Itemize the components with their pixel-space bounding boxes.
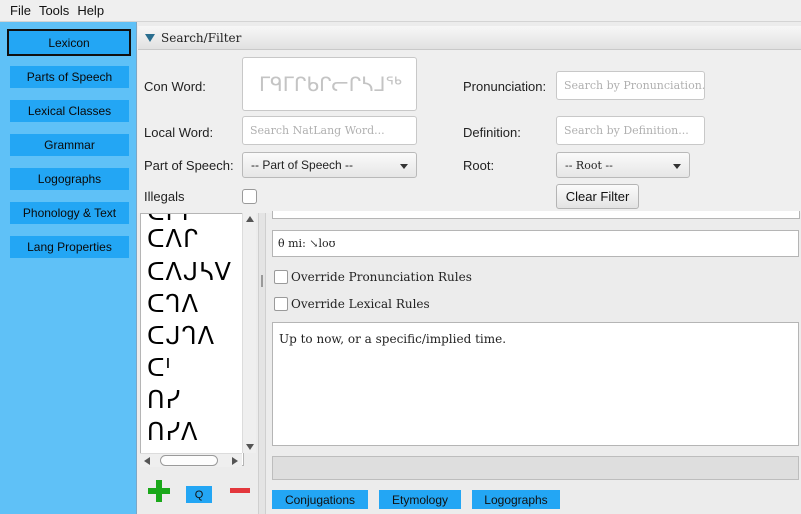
override-pronunciation-label: Override Pronunciation Rules — [291, 270, 472, 284]
sidebar-item-lang-properties[interactable]: Lang Properties — [10, 236, 129, 258]
list-item[interactable]: ᑎᓯᐱ — [147, 418, 198, 446]
scroll-right-icon[interactable] — [232, 457, 238, 465]
definition-search-field[interactable]: Search by Definition... — [556, 116, 705, 145]
root-dropdown[interactable]: -- Root -- — [556, 152, 690, 178]
list-item[interactable]: ᑕᒍᒉᐱ — [147, 322, 215, 350]
sidebar-item-parts-of-speech[interactable]: Parts of Speech — [10, 66, 129, 88]
chevron-down-icon — [673, 164, 681, 169]
part-of-speech-label: Part of Speech: — [144, 158, 234, 173]
search-filter-header[interactable]: Search/Filter — [138, 26, 801, 50]
scroll-up-icon[interactable] — [246, 216, 254, 222]
list-item[interactable]: ᑕᒉᐱ — [147, 290, 199, 318]
sidebar-item-lexical-classes[interactable]: Lexical Classes — [10, 100, 129, 122]
sidebar-item-lexicon[interactable]: Lexicon — [7, 29, 131, 56]
local-word-detail-field[interactable] — [272, 211, 800, 219]
delete-word-icon[interactable] — [230, 488, 250, 493]
con-word-field[interactable]: ᒥᑫᒥᒋᑲᒋᓕᒋᓴᒧᖅ — [242, 57, 417, 111]
collapse-triangle-icon[interactable] — [145, 33, 155, 42]
override-pronunciation-row[interactable]: Override Pronunciation Rules — [274, 270, 472, 284]
illegals-checkbox[interactable] — [242, 189, 257, 204]
word-list-horizontal-scrollbar[interactable] — [140, 453, 242, 467]
illegals-label: Illegals — [144, 189, 185, 204]
override-lexical-checkbox[interactable] — [274, 297, 288, 311]
sidebar-item-grammar[interactable]: Grammar — [10, 134, 129, 156]
root-label: Root: — [463, 158, 495, 173]
clear-filter-button[interactable]: Clear Filter — [556, 184, 639, 209]
local-word-field[interactable]: Search NatLang Word... — [242, 116, 417, 145]
list-item[interactable]: ᑕᐱᒍᓴᐯ — [147, 258, 232, 286]
menu-tools[interactable]: Tools — [39, 3, 69, 18]
quick-entry-button[interactable]: Q — [186, 486, 212, 503]
search-filter-title: Search/Filter — [161, 30, 242, 45]
definition-textarea[interactable]: Up to now, or a specific/implied time. — [272, 322, 799, 446]
pronunciation-label: Pronunciation: — [463, 79, 547, 94]
split-pane-divider[interactable] — [258, 213, 266, 514]
override-lexical-label: Override Lexical Rules — [291, 297, 430, 311]
lexicon-panel: Search/Filter Con Word: ᒥᑫᒥᒋᑲᒋᓕᒋᓴᒧᖅ Pron… — [138, 22, 801, 514]
sidebar-item-logographs[interactable]: Logographs — [10, 168, 129, 190]
sidebar-item-phonology-text[interactable]: Phonology & Text — [10, 202, 129, 224]
etymology-button[interactable]: Etymology — [379, 490, 461, 509]
logographs-button[interactable]: Logographs — [472, 490, 560, 509]
chevron-down-icon — [400, 164, 408, 169]
menu-file[interactable]: File — [10, 3, 31, 18]
scroll-thumb[interactable] — [160, 455, 218, 466]
add-word-icon[interactable] — [148, 480, 170, 502]
root-value: -- Root -- — [565, 158, 613, 172]
grip-icon[interactable] — [261, 275, 263, 287]
sidebar: Lexicon Parts of Speech Lexical Classes … — [0, 22, 137, 514]
part-of-speech-value: -- Part of Speech -- — [251, 158, 354, 172]
list-item[interactable]: ᑕᐱᒋ — [147, 225, 199, 253]
part-of-speech-dropdown[interactable]: -- Part of Speech -- — [242, 152, 417, 178]
scroll-left-icon[interactable] — [144, 457, 150, 465]
definition-label: Definition: — [463, 125, 521, 140]
conjugations-button[interactable]: Conjugations — [272, 490, 368, 509]
scroll-down-icon[interactable] — [246, 444, 254, 450]
pronunciation-search-field[interactable]: Search by Pronunciation. — [556, 71, 705, 100]
detail-status-bar — [272, 456, 799, 480]
override-lexical-row[interactable]: Override Lexical Rules — [274, 297, 430, 311]
menu-bar: File Tools Help — [0, 0, 801, 22]
override-pronunciation-checkbox[interactable] — [274, 270, 288, 284]
list-item[interactable]: ᑕᑊ — [147, 354, 171, 382]
con-word-label: Con Word: — [144, 79, 206, 94]
pronunciation-field[interactable]: θ mi: ↘loʊ — [272, 230, 799, 257]
menu-help[interactable]: Help — [77, 3, 104, 18]
search-filter-panel: Con Word: ᒥᑫᒥᒋᑲᒋᓕᒋᓴᒧᖅ Pronunciation: Sea… — [138, 50, 801, 213]
word-list-vertical-scrollbar[interactable] — [242, 213, 256, 453]
word-list[interactable]: ᑕᒋᒥ ᑕᐱᒋ ᑕᐱᒍᓴᐯ ᑕᒉᐱ ᑕᒍᒉᐱ ᑕᑊ ᑎᓯ ᑎᓯᐱ — [140, 213, 244, 466]
list-item[interactable]: ᑎᓯ — [147, 386, 181, 414]
local-word-label: Local Word: — [144, 125, 214, 140]
